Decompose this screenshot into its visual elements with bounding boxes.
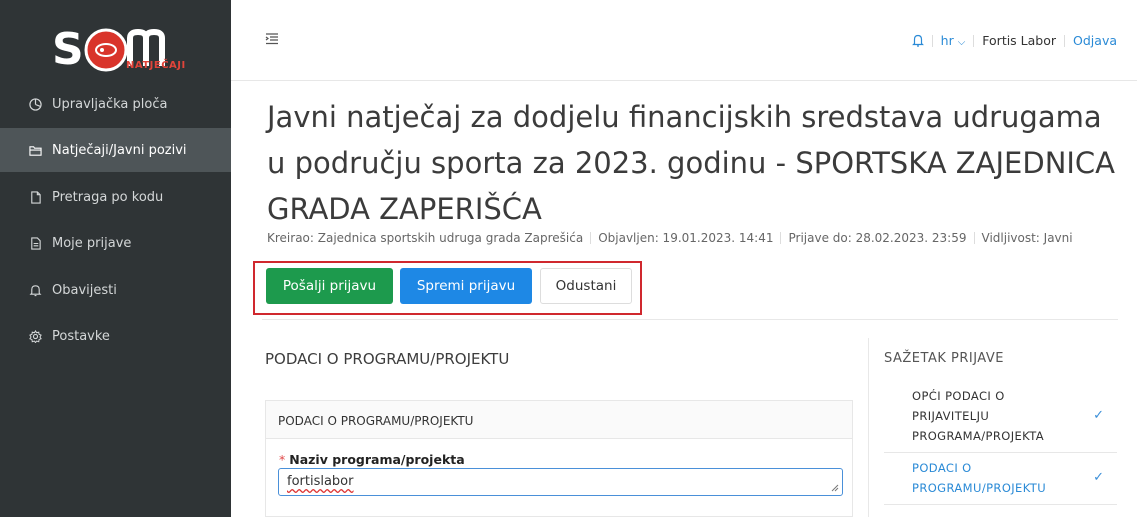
language-selector[interactable]: hr ⌵ (941, 33, 966, 48)
meta-published: Objavljen: 19.01.2023. 14:41 (598, 231, 774, 245)
check-icon: ✓ (1093, 408, 1104, 423)
summary-divider (868, 338, 869, 517)
program-name-label: * Naziv programa/projekta (279, 452, 465, 467)
dashboard-icon (28, 97, 42, 111)
divider (780, 232, 782, 244)
cancel-button[interactable]: Odustani (540, 268, 632, 304)
page-title: Javni natječaj za dodjelu financijskih s… (267, 100, 1116, 226)
notifications-bell-icon[interactable] (911, 34, 924, 47)
section-divider (262, 319, 1118, 320)
sidebar-item-tenders[interactable]: Natječaji/Javni pozivi (0, 128, 231, 172)
form-section-title: PODACI O PROGRAMU/PROJEKTU (265, 350, 510, 368)
summary-line: PROGRAMA/PROJEKTA (912, 429, 1045, 443)
summary-item-label: PODACI O PROGRAMU/PROJEKTU (912, 458, 1046, 498)
summary-item-label: OPĆI PODACI O PRIJAVITELJU PROGRAMA/PROJ… (912, 386, 1044, 446)
document-icon (28, 190, 42, 204)
program-name-input[interactable]: fortislabor (278, 468, 843, 496)
sidebar-item-dashboard[interactable]: Upravljačka ploča (0, 82, 231, 126)
sidebar-item-label: Natječaji/Javni pozivi (52, 142, 187, 158)
menu-toggle-icon[interactable] (265, 33, 279, 45)
sidebar-item-code-search[interactable]: Pretraga po kodu (0, 175, 231, 219)
meta-deadline: Prijave do: 28.02.2023. 23:59 (788, 231, 967, 245)
program-name-value: fortislabor (287, 474, 354, 489)
summary-line: OPĆI PODACI O (912, 389, 1005, 403)
language-value: hr (940, 33, 954, 48)
check-icon: ✓ (1093, 470, 1104, 485)
divider (590, 232, 592, 244)
sidebar-item-label: Postavke (52, 328, 110, 344)
chevron-down-icon: ⌵ (957, 37, 966, 48)
divider (973, 232, 975, 244)
tender-meta: Kreirao: Zajednica sportskih udruga grad… (267, 231, 1073, 245)
summary-item-applicant[interactable]: OPĆI PODACI O PRIJAVITELJU PROGRAMA/PROJ… (884, 383, 1117, 453)
header-actions: hr ⌵ Fortis Labor Odjava (911, 33, 1117, 48)
summary-line: PRIJAVITELJU (912, 409, 990, 423)
sidebar-item-settings[interactable]: Postavke (0, 314, 231, 358)
divider (973, 34, 975, 47)
logout-link[interactable]: Odjava (1073, 33, 1117, 48)
user-name: Fortis Labor (982, 33, 1057, 48)
bell-icon (28, 283, 42, 297)
logo-letter-s: S (52, 24, 84, 75)
summary-line: PODACI O (912, 461, 972, 475)
folder-icon (28, 143, 42, 157)
sidebar-item-label: Moje prijave (52, 235, 132, 251)
send-application-button[interactable]: Pošalji prijavu (266, 268, 393, 304)
sidebar-item-label: Upravljačka ploča (52, 96, 168, 112)
sidebar-item-label: Obavijesti (52, 282, 117, 298)
divider (1064, 34, 1066, 47)
summary-title: SAŽETAK PRIJAVE (884, 351, 1004, 366)
meta-visibility: Vidljivost: Javni (981, 231, 1073, 245)
save-application-button[interactable]: Spremi prijavu (400, 268, 532, 304)
gear-icon (28, 329, 42, 343)
summary-item-program[interactable]: PODACI O PROGRAMU/PROJEKTU ✓ (884, 453, 1117, 505)
logo-subtitle: NATJEČAJI (126, 60, 186, 71)
document-list-icon (28, 236, 42, 250)
divider (931, 34, 933, 47)
required-marker: * (279, 452, 286, 467)
sidebar: S NATJEČAJI Upravljačka ploča Natječaji/… (0, 0, 231, 517)
summary-line: PROGRAMU/PROJEKTU (912, 481, 1047, 495)
field-label-text: Naziv programa/projekta (289, 452, 465, 467)
resize-handle-icon[interactable] (831, 484, 839, 492)
sidebar-item-label: Pretraga po kodu (52, 189, 164, 205)
form-card-title: PODACI O PROGRAMU/PROJEKTU (266, 401, 852, 439)
meta-created-by: Kreirao: Zajednica sportskih udruga grad… (267, 231, 584, 245)
sidebar-item-notifications[interactable]: Obavijesti (0, 268, 231, 312)
sidebar-item-my-applications[interactable]: Moje prijave (0, 221, 231, 265)
